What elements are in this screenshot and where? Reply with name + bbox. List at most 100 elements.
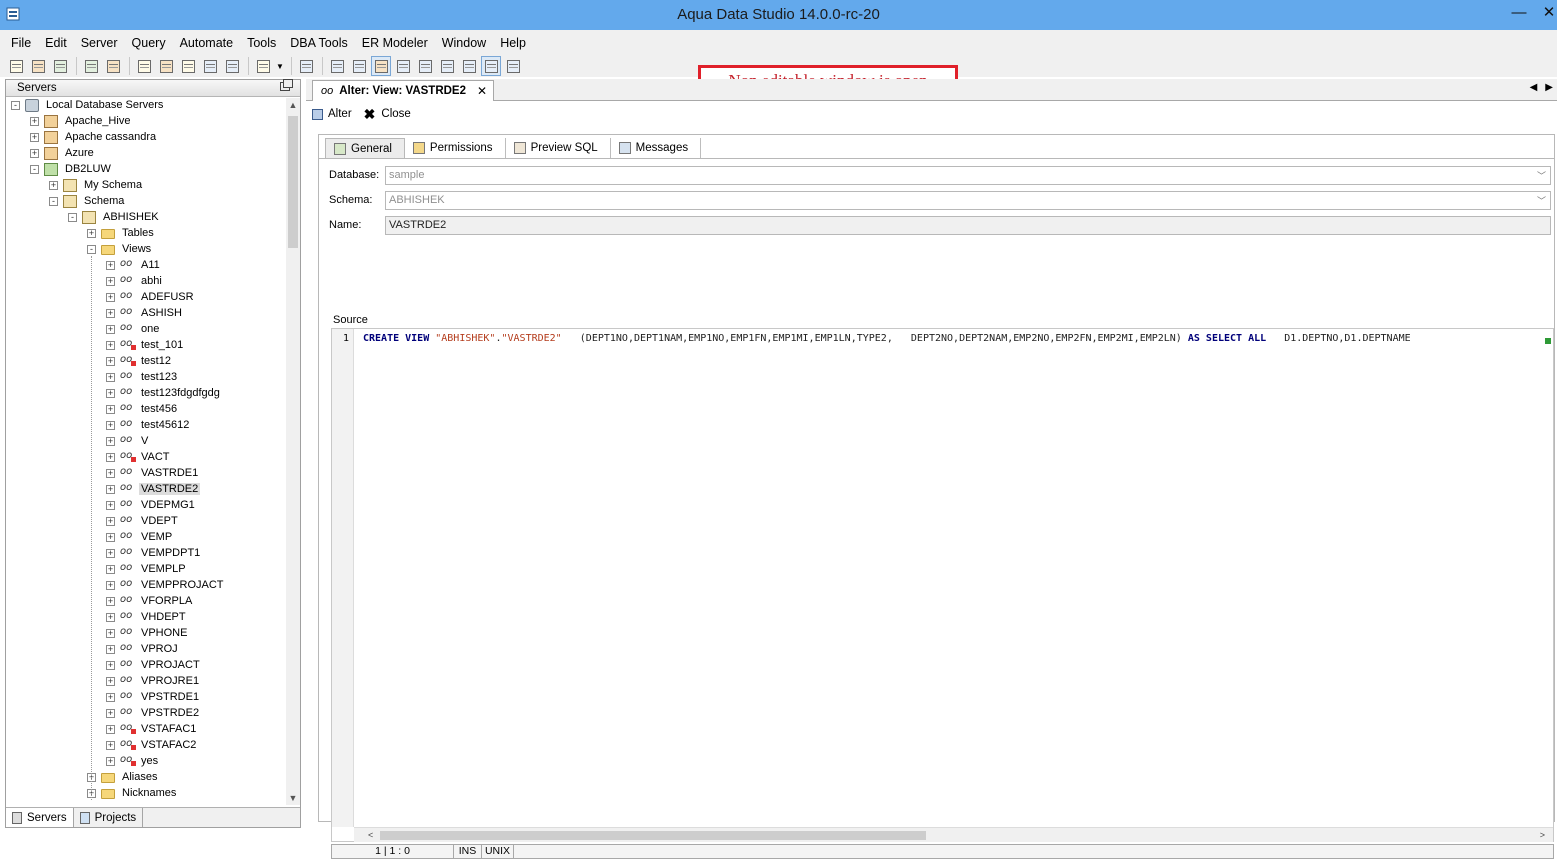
tree-node[interactable]: + Aliases (6, 770, 285, 786)
expand-icon[interactable]: + (106, 565, 115, 574)
tree-node[interactable]: + oo test45612 (6, 418, 285, 434)
collapse-icon[interactable]: - (68, 213, 77, 222)
database-select[interactable]: sample ﹀ (385, 166, 1551, 185)
tab-prev-icon[interactable]: ◀ (1530, 82, 1538, 93)
layout-6-button[interactable] (437, 56, 457, 76)
menu-automate[interactable]: Automate (173, 36, 241, 50)
collapse-icon[interactable]: - (87, 245, 96, 254)
tree-node[interactable]: + oo VDEPMG1 (6, 498, 285, 514)
scroll-up-arrow-icon[interactable]: ▲ (286, 98, 300, 112)
expand-icon[interactable]: + (106, 549, 115, 558)
tab-permissions[interactable]: Permissions (405, 138, 506, 158)
expand-icon[interactable]: + (30, 117, 39, 126)
tree-node[interactable]: + Tables (6, 226, 285, 242)
expand-icon[interactable]: + (106, 597, 115, 606)
print-button[interactable] (296, 56, 316, 76)
tab-next-icon[interactable]: ▶ (1545, 82, 1553, 93)
tree-node[interactable]: + Nicknames (6, 786, 285, 802)
tree-node[interactable]: + oo ASHISH (6, 306, 285, 322)
expand-icon[interactable]: + (106, 405, 115, 414)
tree-node[interactable]: + Azure (6, 146, 285, 162)
expand-icon[interactable]: + (49, 181, 58, 190)
expand-icon[interactable]: + (87, 229, 96, 238)
expand-icon[interactable]: + (106, 533, 115, 542)
expand-icon[interactable]: + (30, 149, 39, 158)
expand-icon[interactable]: + (30, 133, 39, 142)
compare-button[interactable] (222, 56, 242, 76)
collapse-icon[interactable]: - (30, 165, 39, 174)
tree-scroll-thumb[interactable] (288, 116, 298, 248)
expand-icon[interactable]: + (106, 357, 115, 366)
collapse-icon[interactable]: - (49, 197, 58, 206)
expand-icon[interactable]: + (106, 661, 115, 670)
menu-file[interactable]: File (4, 36, 38, 50)
tab-preview-sql[interactable]: Preview SQL (506, 138, 611, 158)
layout-8-button[interactable] (481, 56, 501, 76)
expand-icon[interactable]: + (106, 453, 115, 462)
layout-3-button[interactable] (371, 56, 391, 76)
tree-node[interactable]: + oo VPSTRDE2 (6, 706, 285, 722)
tree-node[interactable]: + oo VPHONE (6, 626, 285, 642)
scroll-down-arrow-icon[interactable]: ▼ (286, 791, 300, 805)
close-window-button[interactable]: ✕ (1534, 3, 1557, 25)
layout-2-button[interactable] (349, 56, 369, 76)
tree-node[interactable]: + oo VEMP (6, 530, 285, 546)
menu-help[interactable]: Help (493, 36, 533, 50)
tree-node[interactable]: + oo test123fdgdfgdg (6, 386, 285, 402)
tree-node[interactable]: - Views (6, 242, 285, 258)
expand-icon[interactable]: + (106, 261, 115, 270)
menu-er-modeler[interactable]: ER Modeler (355, 36, 435, 50)
expand-icon[interactable]: + (106, 677, 115, 686)
layout-4-button[interactable] (393, 56, 413, 76)
source-scroll-thumb[interactable] (380, 831, 926, 840)
menu-edit[interactable]: Edit (38, 36, 74, 50)
tree-node[interactable]: + oo VFORPLA (6, 594, 285, 610)
disconnect-button[interactable] (103, 56, 123, 76)
expand-icon[interactable]: + (106, 421, 115, 430)
tree-node[interactable]: + oo ADEFUSR (6, 290, 285, 306)
minimize-button[interactable]: — (1504, 3, 1534, 25)
tree-node[interactable]: + oo VPROJ (6, 642, 285, 658)
scroll-right-arrow-icon[interactable]: > (1540, 828, 1545, 842)
query-window-button[interactable] (134, 56, 154, 76)
expand-icon[interactable]: + (106, 277, 115, 286)
tree-node[interactable]: - ABHISHEK (6, 210, 285, 226)
close-tab-icon[interactable]: ✕ (477, 84, 487, 98)
expand-icon[interactable]: + (106, 309, 115, 318)
document-tab-alter-view[interactable]: oo Alter: View: VASTRDE2 ✕ (312, 80, 494, 101)
scroll-left-arrow-icon[interactable]: < (368, 828, 373, 842)
register-server-button[interactable] (50, 56, 70, 76)
tab-messages[interactable]: Messages (611, 138, 702, 158)
chart-button[interactable] (503, 56, 523, 76)
tree-node[interactable]: + oo VASTRDE2 (6, 482, 285, 498)
tree-node[interactable]: + oo test_101 (6, 338, 285, 354)
expand-icon[interactable]: + (106, 517, 115, 526)
expand-icon[interactable]: + (106, 757, 115, 766)
tree-node[interactable]: + oo VSTAFAC2 (6, 738, 285, 754)
script-button[interactable] (253, 56, 273, 76)
expand-icon[interactable]: + (106, 613, 115, 622)
layout-7-button[interactable] (459, 56, 479, 76)
expand-icon[interactable]: + (106, 501, 115, 510)
tree-vertical-scrollbar[interactable]: ▲ ▼ (286, 98, 300, 805)
query-builder-button[interactable] (178, 56, 198, 76)
tree-node[interactable]: + oo V (6, 434, 285, 450)
menu-dba-tools[interactable]: DBA Tools (283, 36, 354, 50)
table-data-editor-button[interactable] (200, 56, 220, 76)
tree-node[interactable]: + oo abhi (6, 274, 285, 290)
tree-node[interactable]: + oo VPSTRDE1 (6, 690, 285, 706)
tree-node[interactable]: + Apache cassandra (6, 130, 285, 146)
tree-node[interactable]: + My Schema (6, 178, 285, 194)
layout-5-button[interactable] (415, 56, 435, 76)
tree-node[interactable]: + oo VHDEPT (6, 610, 285, 626)
new-server-group-button[interactable] (28, 56, 48, 76)
expand-icon[interactable]: + (106, 693, 115, 702)
expand-icon[interactable]: + (106, 645, 115, 654)
expand-icon[interactable]: + (106, 629, 115, 638)
tree-node[interactable]: + oo test456 (6, 402, 285, 418)
tree-node[interactable]: - DB2LUW (6, 162, 285, 178)
tree-node[interactable]: + oo VASTRDE1 (6, 466, 285, 482)
tree-node[interactable]: - Local Database Servers (6, 98, 285, 114)
tree-node[interactable]: + oo yes (6, 754, 285, 770)
expand-icon[interactable]: + (106, 741, 115, 750)
